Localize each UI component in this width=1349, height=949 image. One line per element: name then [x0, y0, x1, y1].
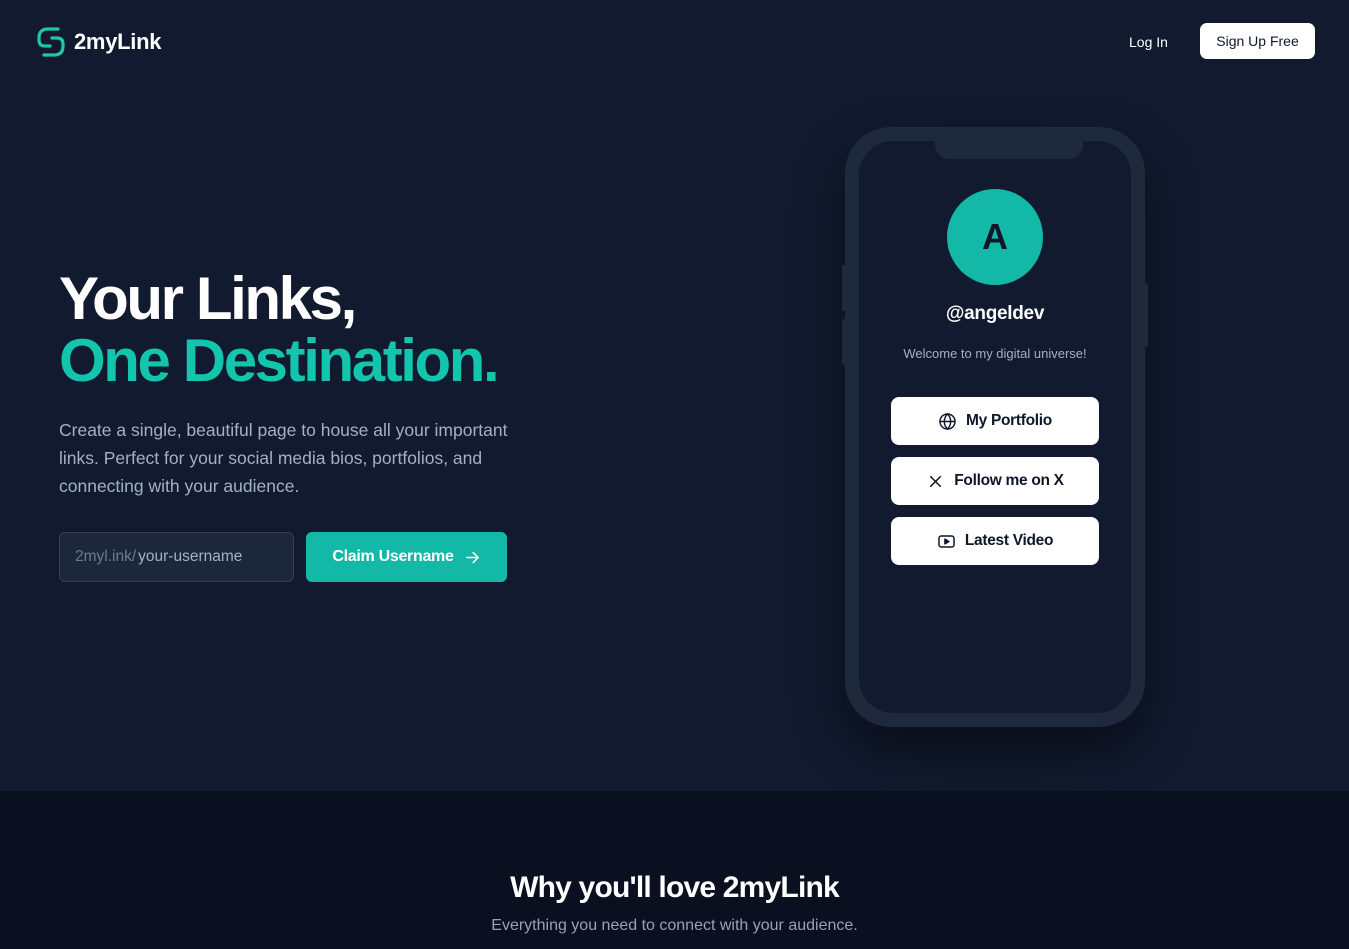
logo-text: 2myLink: [74, 29, 162, 54]
site-header: 2myLink Log In Sign Up Free: [0, 0, 1349, 84]
arrow-right-icon: [464, 549, 481, 566]
hero-title-line2: One Destination.: [59, 327, 500, 394]
x-icon: [926, 472, 945, 491]
link-label: Latest Video: [964, 532, 1054, 549]
username-field[interactable]: 2myl.ink/: [59, 532, 294, 582]
link-button-video[interactable]: Latest Video: [891, 517, 1099, 565]
globe-icon: [938, 412, 957, 431]
phone-side-button: [842, 265, 846, 311]
link-label: Follow me on X: [954, 472, 1064, 489]
link-label: My Portfolio: [966, 412, 1052, 429]
username-input[interactable]: [136, 548, 277, 566]
username-prefix: 2myl.ink/: [75, 548, 137, 565]
video-icon: [937, 532, 956, 551]
signup-button[interactable]: Sign Up Free: [1200, 23, 1315, 59]
features-subtitle: Everything you need to connect with your…: [491, 917, 858, 934]
phone-side-button: [842, 319, 846, 365]
logo-link[interactable]: 2myLink: [34, 24, 161, 60]
landing-page: 2myLink Log In Sign Up Free Your Links, …: [0, 0, 1349, 949]
profile-bio: Welcome to my digital universe!: [903, 346, 1087, 361]
link-button-portfolio[interactable]: My Portfolio: [891, 397, 1099, 445]
avatar: A: [947, 189, 1043, 285]
phone-notch: [935, 141, 1083, 159]
phone-mockup: A @angeldev Welcome to my digital univer…: [842, 127, 1148, 727]
features-title: Why you'll love 2myLink: [510, 871, 840, 904]
profile-handle: @angeldev: [945, 303, 1045, 324]
claim-username-button[interactable]: Claim Username: [306, 532, 507, 582]
features-section: Why you'll love 2myLink Everything you n…: [0, 791, 1349, 949]
login-link[interactable]: Log In: [1116, 30, 1181, 54]
hero-title-line1: Your Links,: [59, 265, 357, 332]
hero-description: Create a single, beautiful page to house…: [59, 420, 508, 496]
phone-screen: A @angeldev Welcome to my digital univer…: [859, 141, 1131, 713]
hero-title: Your Links, One Destination.: [59, 268, 619, 392]
phone-side-button: [1144, 283, 1148, 347]
logo-icon: [34, 25, 68, 59]
link-button-x[interactable]: Follow me on X: [891, 457, 1099, 505]
claim-button-label: Claim Username: [332, 548, 454, 565]
